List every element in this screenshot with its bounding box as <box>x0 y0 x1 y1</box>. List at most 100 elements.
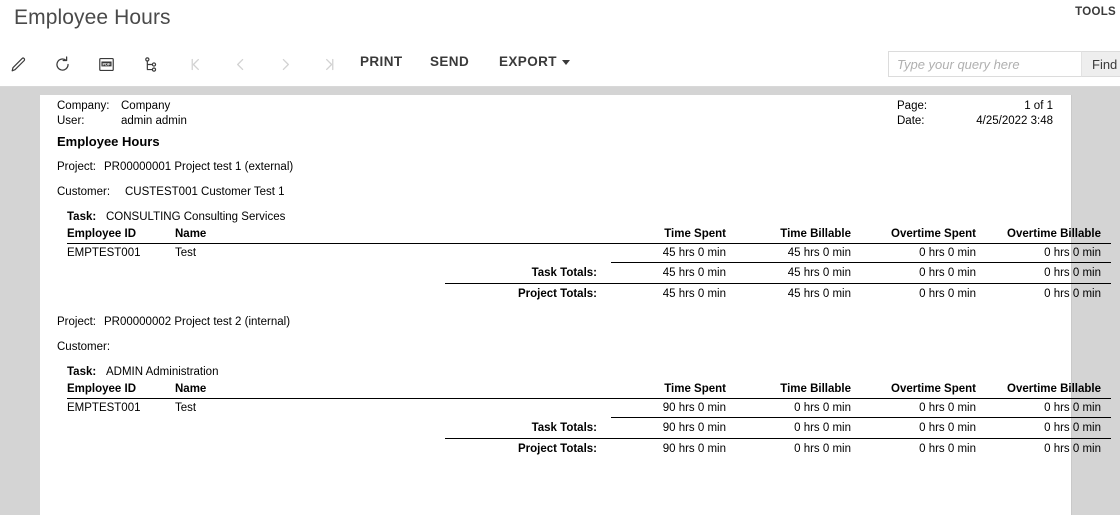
task-row: Task: CONSULTING Consulting Services <box>67 210 1057 225</box>
cell-overtime-spent: 0 hrs 0 min <box>861 243 986 263</box>
print-button[interactable]: PRINT <box>360 54 403 69</box>
project-totals-overtime-spent: 0 hrs 0 min <box>919 288 976 300</box>
cell-time-billable: 0 hrs 0 min <box>736 398 861 418</box>
first-page-icon[interactable] <box>180 50 210 78</box>
col-overtime-billable: Overtime Billable <box>986 226 1111 244</box>
customer-row: Customer: <box>57 340 1057 355</box>
task-value: CONSULTING Consulting Services <box>106 211 286 223</box>
project-row: Project: PR00000002 Project test 2 (inte… <box>57 315 1057 330</box>
hours-table: Employee ID Name Time Spent Time Billabl… <box>67 226 1111 304</box>
project-label: Project: <box>57 316 96 328</box>
customer-value: CUSTEST001 Customer Test 1 <box>125 186 285 198</box>
project-totals-label: Project Totals: <box>517 443 597 455</box>
project-totals-overtime-billable: 0 hrs 0 min <box>1044 288 1101 300</box>
last-page-icon[interactable] <box>314 50 344 78</box>
task-totals-row: Task Totals: 45 hrs 0 min 45 hrs 0 min 0… <box>67 262 1111 284</box>
task-totals-time-billable: 45 hrs 0 min <box>736 262 861 284</box>
pdf-icon[interactable]: PDF <box>92 50 120 78</box>
page-label: Page: <box>897 100 928 112</box>
col-time-billable: Time Billable <box>736 226 861 244</box>
hours-table: Employee ID Name Time Spent Time Billabl… <box>67 381 1111 459</box>
page-row: Page: 1 of 1 <box>897 99 1053 114</box>
page-value: 1 of 1 <box>1024 100 1053 112</box>
send-button[interactable]: SEND <box>430 54 469 69</box>
table-header-row: Employee ID Name Time Spent Time Billabl… <box>67 226 1111 244</box>
customer-row: Customer: CUSTEST001 Customer Test 1 <box>57 185 1057 200</box>
date-value: 4/25/2022 3:48 <box>976 115 1053 127</box>
next-page-icon[interactable] <box>270 50 300 78</box>
report-meta: Company: Company User: admin admin Page:… <box>57 99 1057 133</box>
project-totals-overtime-billable: 0 hrs 0 min <box>1044 443 1101 455</box>
col-time-spent: Time Spent <box>611 226 736 244</box>
user-row: User: admin admin <box>57 114 187 129</box>
col-overtime-billable: Overtime Billable <box>986 381 1111 399</box>
report-meta-right: Page: 1 of 1 Date: 4/25/2022 3:48 <box>897 99 1053 129</box>
col-time-spent: Time Spent <box>611 381 736 399</box>
company-row: Company: Company <box>57 99 187 114</box>
task-totals-overtime-spent: 0 hrs 0 min <box>861 262 986 284</box>
task-totals-overtime-spent: 0 hrs 0 min <box>861 417 986 439</box>
col-spacer <box>445 226 611 244</box>
cell-name: Test <box>175 247 197 260</box>
col-spacer <box>445 381 611 399</box>
task-row: Task: ADMIN Administration <box>67 365 1057 380</box>
project-label: Project: <box>57 161 96 173</box>
export-button[interactable]: EXPORT <box>499 54 570 69</box>
cell-overtime-billable: 0 hrs 0 min <box>986 398 1111 418</box>
cell-time-spent: 45 hrs 0 min <box>611 243 736 263</box>
date-row: Date: 4/25/2022 3:48 <box>897 114 1053 129</box>
project-totals-time-spent: 90 hrs 0 min <box>662 443 726 455</box>
tools-menu-button[interactable]: TOOLS <box>1075 6 1116 18</box>
find-button[interactable]: Find <box>1081 51 1120 77</box>
project-totals-row: Project Totals: 90 hrs 0 min 0 hrs 0 min… <box>67 439 1111 460</box>
table-header-row: Employee ID Name Time Spent Time Billabl… <box>67 381 1111 399</box>
project-totals-overtime-spent: 0 hrs 0 min <box>919 443 976 455</box>
report-meta-left: Company: Company User: admin admin <box>57 99 187 129</box>
top-bar: Employee Hours TOOLS <box>0 0 1120 42</box>
task-label: Task: <box>67 211 97 223</box>
cell-spacer <box>445 244 611 263</box>
task-totals-overtime-billable: 0 hrs 0 min <box>986 417 1111 439</box>
col-employee-id: Employee ID <box>67 381 175 399</box>
cell-overtime-billable: 0 hrs 0 min <box>986 243 1111 263</box>
cell-name: Test <box>175 402 197 415</box>
cell-overtime-spent: 0 hrs 0 min <box>861 398 986 418</box>
project-value: PR00000001 Project test 1 (external) <box>104 161 294 173</box>
table-row: EMPTEST001 Test 45 hrs 0 min 45 hrs 0 mi… <box>67 243 1111 263</box>
search-bar: Find <box>888 51 1120 77</box>
col-time-billable: Time Billable <box>736 381 861 399</box>
task-value: ADMIN Administration <box>106 366 219 378</box>
report-section: Project: PR00000001 Project test 1 (exte… <box>57 160 1111 304</box>
project-row: Project: PR00000001 Project test 1 (exte… <box>57 160 1057 175</box>
customer-label: Customer: <box>57 186 111 198</box>
project-totals-row: Project Totals: 45 hrs 0 min 45 hrs 0 mi… <box>67 284 1111 305</box>
report-body: Company: Company User: admin admin Page:… <box>57 99 1111 459</box>
task-totals-row: Task Totals: 90 hrs 0 min 0 hrs 0 min 0 … <box>67 417 1111 439</box>
col-employee-id: Employee ID <box>67 226 175 244</box>
col-overtime-spent: Overtime Spent <box>861 381 986 399</box>
project-value: PR00000002 Project test 2 (internal) <box>104 316 291 328</box>
prev-page-icon[interactable] <box>225 50 255 78</box>
edit-icon[interactable] <box>4 50 32 78</box>
task-totals-time-spent: 45 hrs 0 min <box>611 262 736 284</box>
cell-spacer <box>445 399 611 418</box>
project-totals-label: Project Totals: <box>517 288 597 300</box>
chevron-down-icon <box>561 59 570 65</box>
report-viewer: Company: Company User: admin admin Page:… <box>0 87 1120 515</box>
cell-time-billable: 45 hrs 0 min <box>736 243 861 263</box>
hierarchy-icon[interactable] <box>136 50 164 78</box>
cell-employee-id: EMPTEST001 <box>67 247 141 260</box>
page-title: Employee Hours <box>14 6 171 29</box>
project-totals-time-spent: 45 hrs 0 min <box>662 288 726 300</box>
customer-label: Customer: <box>57 341 111 353</box>
company-value: Company <box>121 100 171 112</box>
col-name: Name <box>175 381 445 399</box>
col-name: Name <box>175 226 445 244</box>
refresh-icon[interactable] <box>48 50 76 78</box>
col-overtime-spent: Overtime Spent <box>861 226 986 244</box>
date-label: Date: <box>897 115 925 127</box>
search-input[interactable] <box>888 51 1081 77</box>
task-label: Task: <box>67 366 97 378</box>
company-label: Company: <box>57 100 110 112</box>
project-totals-time-billable: 45 hrs 0 min <box>787 288 851 300</box>
